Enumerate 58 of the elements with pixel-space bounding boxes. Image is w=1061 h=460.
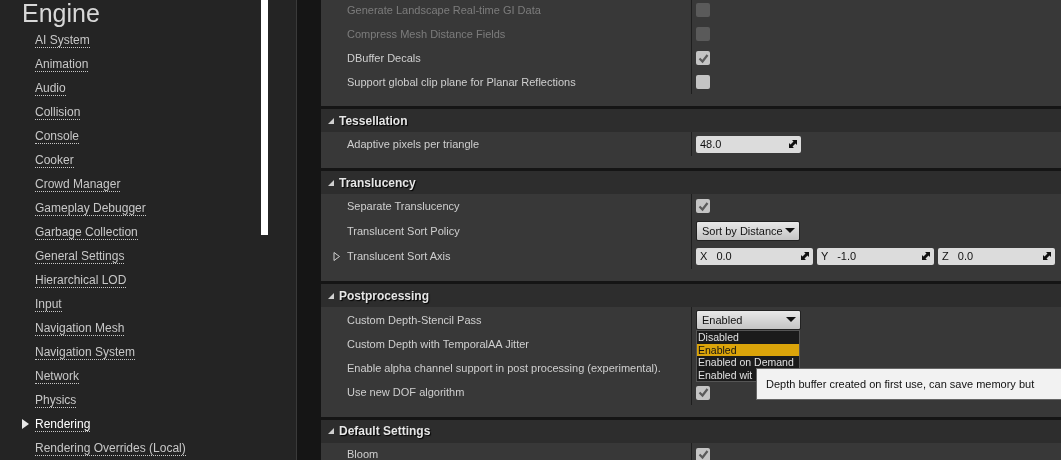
property-label: DBuffer Decals	[347, 50, 421, 66]
checkbox[interactable]	[696, 51, 710, 65]
section-title[interactable]: Tessellation	[339, 111, 408, 130]
resize-arrow-icon	[800, 251, 810, 262]
sidebar-link[interactable]: Audio	[35, 80, 66, 96]
caret-icon	[786, 317, 796, 323]
vector-field[interactable]: Z 0.0	[938, 247, 1055, 265]
property-label: Separate Translucency	[347, 198, 460, 214]
vector-field[interactable]: X 0.0	[696, 247, 813, 265]
section-title[interactable]: Translucency	[339, 173, 416, 192]
property-label: Translucent Sort Policy	[347, 223, 460, 239]
sidebar-title: Engine	[22, 0, 101, 28]
resize-arrow-icon	[788, 139, 798, 149]
dropdown[interactable]: Sort by Distance	[696, 220, 800, 241]
checkbox[interactable]	[696, 447, 710, 460]
sidebar-link[interactable]: Rendering	[35, 416, 91, 432]
property-label: Custom Depth with TemporalAA Jitter	[347, 337, 529, 353]
resize-arrow-icon	[921, 251, 931, 262]
property-label: Support global clip plane for Planar Reflections	[347, 74, 576, 90]
checkbox[interactable]	[696, 385, 710, 400]
sidebar-link[interactable]: Console	[35, 128, 80, 144]
property-label: Use new DOF algorithm	[347, 385, 465, 401]
sidebar-link[interactable]: Rendering Overrides (Local)	[35, 440, 186, 456]
vector-field[interactable]: Y -1.0	[817, 247, 934, 265]
tooltip: Depth buffer created on first use, can save memory but	[756, 368, 1061, 400]
sidebar-link[interactable]: Navigation System	[35, 344, 136, 360]
sidebar-link[interactable]: Physics	[35, 392, 77, 408]
sidebar-link[interactable]: Garbage Collection	[35, 224, 138, 240]
checkbox[interactable]	[696, 75, 710, 89]
property-label: Generate Landscape Real-time GI Data	[347, 2, 541, 18]
dropdown-option[interactable]: Disabled	[697, 331, 799, 344]
section-title[interactable]: Postprocessing	[339, 286, 430, 305]
sidebar-link[interactable]: Hierarchical LOD	[35, 272, 127, 288]
property-label: Custom Depth-Stencil Pass	[347, 312, 482, 328]
dropdown-option[interactable]: Enabled	[697, 343, 799, 356]
property-label: Translucent Sort Axis	[347, 249, 451, 264]
property-label: Bloom	[347, 447, 379, 460]
dropdown[interactable]: Enabled	[696, 309, 801, 330]
dropdown-option[interactable]: Enabled on Demand	[697, 356, 799, 369]
sidebar-link[interactable]: AI System	[35, 32, 90, 48]
sidebar-link[interactable]: Gameplay Debugger	[35, 200, 146, 216]
sidebar-link[interactable]: General Settings	[35, 248, 125, 264]
sidebar-link[interactable]: Cooker	[35, 152, 74, 168]
property-label: Enable alpha channel support in post processing (experimental).	[347, 361, 661, 377]
checkbox[interactable]	[696, 199, 710, 213]
section-title[interactable]: Default Settings	[339, 422, 431, 440]
resize-arrow-icon	[1042, 251, 1052, 262]
sidebar-link[interactable]: Network	[35, 368, 79, 384]
scrollbar-thumb[interactable]	[261, 0, 268, 235]
property-label: Adaptive pixels per triangle	[347, 136, 480, 152]
sidebar-link[interactable]: Collision	[35, 104, 81, 120]
sidebar-link[interactable]: Input	[35, 296, 62, 312]
sidebar-link[interactable]: Navigation Mesh	[35, 320, 125, 336]
number-field[interactable]: 48.0	[696, 135, 801, 153]
caret-icon	[784, 228, 795, 234]
property-label: Compress Mesh Distance Fields	[347, 26, 506, 42]
sidebar-link[interactable]: Crowd Manager	[35, 176, 121, 192]
sidebar-link[interactable]: Animation	[35, 56, 89, 72]
